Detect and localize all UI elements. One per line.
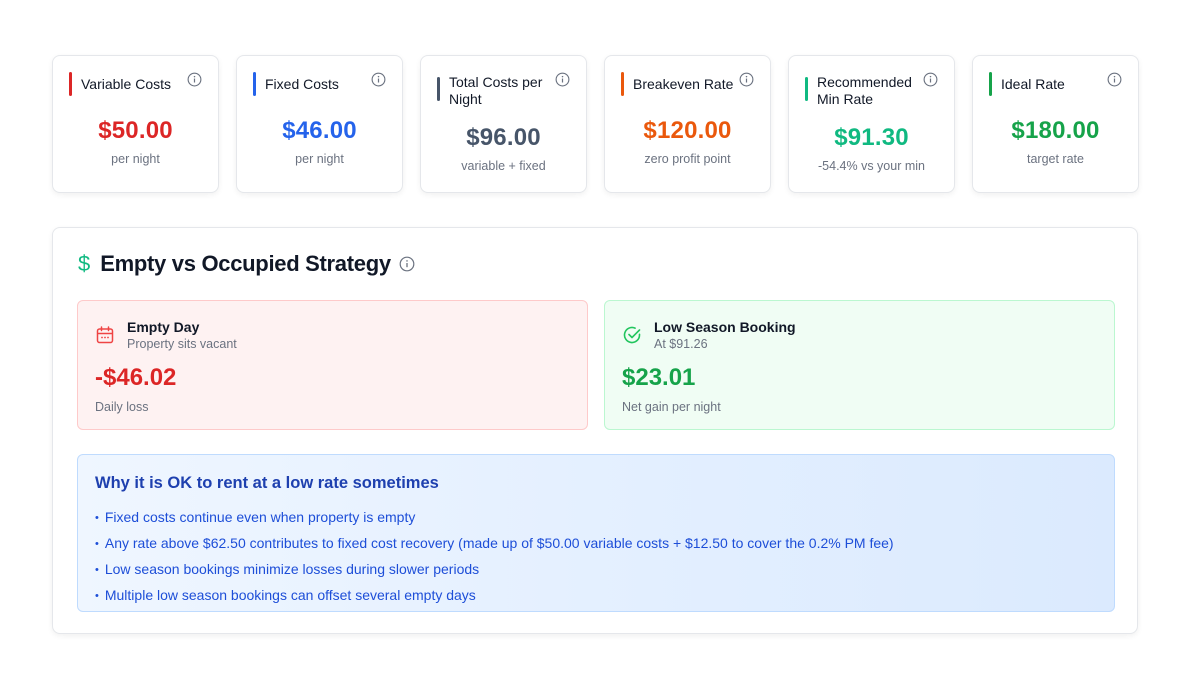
metric-card-recommended-min-rate: Recommended Min Rate $91.30 -54.4% vs yo… <box>788 55 955 193</box>
info-icon[interactable] <box>739 72 754 87</box>
low-season-value: $23.01 <box>622 364 696 391</box>
empty-day-card: Empty Day Property sits vacant -$46.02 D… <box>77 300 588 430</box>
metric-title: Fixed Costs <box>265 76 339 92</box>
metric-subtext: zero profit point <box>644 152 731 166</box>
metric-card-breakeven-rate: Breakeven Rate $120.00 zero profit point <box>604 55 771 193</box>
metric-title: Ideal Rate <box>1001 76 1065 92</box>
why-list: Fixed costs continue even when property … <box>95 505 1097 609</box>
accent-bar <box>253 72 256 96</box>
check-circle-icon <box>623 326 641 344</box>
accent-bar <box>989 72 992 96</box>
accent-bar <box>437 77 440 101</box>
low-season-caption: Net gain per night <box>622 400 721 414</box>
panel-header: $ Empty vs Occupied Strategy <box>78 251 415 277</box>
empty-day-caption: Daily loss <box>95 400 149 414</box>
metric-card-total-costs: Total Costs per Night $96.00 variable + … <box>420 55 587 193</box>
low-season-title: Low Season Booking <box>654 319 796 335</box>
empty-day-title: Empty Day <box>127 319 200 335</box>
calendar-icon <box>96 326 114 344</box>
metric-value: $120.00 <box>643 117 732 144</box>
metric-card-variable-costs: Variable Costs $50.00 per night <box>52 55 219 193</box>
info-icon[interactable] <box>555 72 570 87</box>
why-explainer: Why it is OK to rent at a low rate somet… <box>77 454 1115 612</box>
accent-bar <box>69 72 72 96</box>
info-icon[interactable] <box>399 256 415 272</box>
list-item: Fixed costs continue even when property … <box>95 505 1097 531</box>
why-title: Why it is OK to rent at a low rate somet… <box>95 474 439 492</box>
metric-subtext: -54.4% vs your min <box>818 159 925 173</box>
list-item: Any rate above $62.50 contributes to fix… <box>95 531 1097 557</box>
strategy-panel: $ Empty vs Occupied Strategy Empty Day P… <box>52 227 1138 634</box>
metric-value: $96.00 <box>466 124 541 151</box>
metric-subtext: target rate <box>1027 152 1084 166</box>
metric-card-fixed-costs: Fixed Costs $46.00 per night <box>236 55 403 193</box>
empty-day-subtitle: Property sits vacant <box>127 337 237 351</box>
panel-title: Empty vs Occupied Strategy <box>100 251 391 276</box>
metric-value: $46.00 <box>282 117 357 144</box>
list-item: Low season bookings minimize losses duri… <box>95 557 1097 583</box>
accent-bar <box>805 77 808 101</box>
metric-subtext: variable + fixed <box>461 159 546 173</box>
metric-card-ideal-rate: Ideal Rate $180.00 target rate <box>972 55 1139 193</box>
metric-value: $180.00 <box>1011 117 1100 144</box>
metric-subtext: per night <box>295 152 344 166</box>
metrics-row: Variable Costs $50.00 per night Fixed Co… <box>52 55 1139 193</box>
metric-title: Total Costs per Night <box>449 74 543 107</box>
low-season-card: Low Season Booking At $91.26 $23.01 Net … <box>604 300 1115 430</box>
low-season-subtitle: At $91.26 <box>654 337 708 351</box>
metric-title: Recommended Min Rate <box>817 74 912 107</box>
metric-subtext: per night <box>111 152 160 166</box>
info-icon[interactable] <box>371 72 386 87</box>
info-icon[interactable] <box>187 72 202 87</box>
info-icon[interactable] <box>1107 72 1122 87</box>
empty-day-value: -$46.02 <box>95 364 177 391</box>
metric-value: $91.30 <box>834 124 909 151</box>
dollar-icon: $ <box>78 251 91 276</box>
metric-title: Variable Costs <box>81 76 172 92</box>
metric-value: $50.00 <box>98 117 173 144</box>
list-item: Multiple low season bookings can offset … <box>95 583 1097 609</box>
metric-title: Breakeven Rate <box>633 76 734 92</box>
accent-bar <box>621 72 624 96</box>
info-icon[interactable] <box>923 72 938 87</box>
